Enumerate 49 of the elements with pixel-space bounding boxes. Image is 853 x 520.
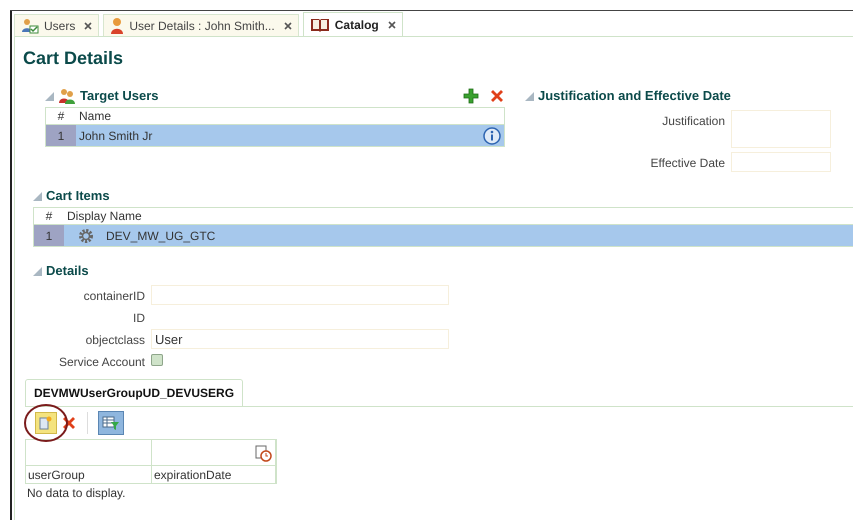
input-field[interactable] — [731, 110, 831, 148]
table-filter-icon — [102, 415, 120, 431]
table-row[interactable]: 1 John Smith Jr — [46, 125, 504, 146]
section-title: Cart Items — [46, 187, 110, 206]
input-field[interactable]: User — [151, 329, 449, 349]
section-title: Target Users — [80, 87, 159, 106]
highlight-ellipse — [23, 403, 69, 443]
filter-button[interactable] — [98, 411, 124, 435]
tab[interactable]: Users — [14, 14, 100, 36]
tab[interactable]: DEVMWUserGroupUD_DEVUSERG — [25, 379, 244, 406]
section-title: Details — [46, 262, 89, 280]
field-label: containerID — [82, 288, 145, 305]
add-icon[interactable] — [463, 88, 479, 104]
field-label: Service Account — [58, 354, 145, 371]
column-header: Display Name — [66, 208, 142, 225]
gear-icon — [78, 228, 94, 244]
users-icon — [58, 88, 76, 104]
column-header: # — [56, 108, 66, 125]
section-title: Justification and Effective Date — [538, 87, 731, 106]
table-row[interactable]: 1 DEV_MW_UG_GTC — [34, 225, 853, 246]
page-title: Cart Details — [23, 47, 124, 70]
row-number: 1 — [34, 225, 64, 246]
close-icon[interactable] — [284, 22, 292, 30]
column-header: expirationDate — [152, 466, 276, 483]
row-number: 1 — [46, 125, 76, 146]
column-header: userGroup — [26, 466, 152, 483]
close-icon[interactable] — [388, 20, 396, 28]
book-icon — [310, 16, 330, 32]
input-field[interactable] — [731, 152, 831, 172]
users-icon — [21, 18, 39, 34]
delete-icon[interactable] — [61, 415, 77, 431]
column-header: Name — [78, 108, 112, 125]
field-label: objectclass — [84, 332, 145, 349]
new-record-icon — [39, 416, 53, 430]
table-cell-text: John Smith Jr — [78, 128, 154, 144]
info-icon[interactable] — [483, 126, 501, 144]
empty-message: No data to display. — [26, 485, 126, 502]
close-icon[interactable] — [84, 22, 92, 30]
table-cell-text: DEV_MW_UG_GTC — [105, 228, 216, 244]
field-label: Effective Date — [650, 155, 725, 172]
tab[interactable]: User Details : John Smith... — [103, 14, 299, 36]
column-header: # — [44, 208, 54, 225]
field-label: ID — [132, 310, 145, 327]
tab[interactable]: Catalog — [302, 12, 403, 36]
calendar-clock-icon[interactable] — [254, 444, 272, 462]
person-icon — [110, 16, 124, 34]
input-field[interactable] — [151, 285, 449, 305]
checkbox[interactable] — [151, 354, 163, 366]
field-label: Justification — [661, 113, 725, 130]
